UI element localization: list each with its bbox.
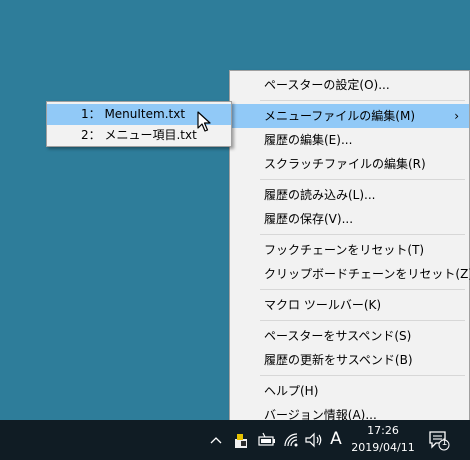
mouse-cursor-icon [197,111,211,132]
menu-item[interactable]: ペースターをサスペンド(S) [230,324,469,348]
taskbar: A 17:26 2019/04/11 1 [0,420,470,460]
menu-item[interactable]: 履歴の読み込み(L)... [230,183,469,207]
menu-item[interactable]: 履歴の更新をサスペンド(B) [230,348,469,372]
menu-item-label: クリップボードチェーンをリセット(Z) [264,267,470,281]
menu-item-label: ペースターの設定(O)... [264,78,390,92]
menu-separator [260,320,465,321]
menu-separator [260,100,465,101]
clock-date: 2019/04/11 [351,441,415,454]
submenu-item-label: 2： メニュー項目.txt [81,128,197,142]
taskbar-clock[interactable]: 17:26 2019/04/11 [351,422,415,456]
menu-item-label: 履歴の読み込み(L)... [264,188,376,202]
submenu-item-label: 1： MenuItem.txt [81,107,186,121]
menu-item[interactable]: マクロ ツールバー(K) [230,293,469,317]
app-tray-icon[interactable] [232,430,250,450]
menu-separator [260,289,465,290]
chevron-up-icon[interactable] [208,430,224,450]
menu-item[interactable]: 履歴の保存(V)... [230,207,469,231]
menu-item-label: メニューファイルの編集(M) [264,109,415,123]
menu-item-label: スクラッチファイルの編集(R) [264,157,426,171]
menu-item[interactable]: 履歴の編集(E)... [230,128,469,152]
clock-time: 17:26 [367,424,399,437]
menu-separator [260,234,465,235]
volume-icon[interactable] [304,430,324,450]
menu-separator [260,179,465,180]
ime-indicator[interactable]: A [328,428,344,449]
menu-item[interactable]: ペースターの設定(O)... [230,73,469,97]
battery-icon[interactable] [257,430,277,450]
chevron-right-icon: › [454,109,459,123]
menu-item[interactable]: クリップボードチェーンをリセット(Z) [230,262,470,286]
menu-item[interactable]: ヘルプ(H) [230,379,469,403]
menu-item[interactable]: フックチェーンをリセット(T) [230,238,469,262]
context-menu: ペースターの設定(O)... メニューファイルの編集(M) › 履歴の編集(E)...… [229,70,470,453]
menu-item-label: 履歴の保存(V)... [264,212,354,226]
wifi-icon[interactable] [282,430,300,450]
menu-item[interactable]: スクラッチファイルの編集(R) [230,152,469,176]
menu-item[interactable]: メニューファイルの編集(M) › [230,104,469,128]
menu-item-label: 履歴の編集(E)... [264,133,353,147]
menu-separator [260,375,465,376]
notification-center-icon[interactable]: 1 [428,429,450,451]
menu-item-label: フックチェーンをリセット(T) [264,243,425,257]
menu-item-label: マクロ ツールバー(K) [264,298,382,312]
menu-item-label: ペースターをサスペンド(S) [264,329,412,343]
notification-count-badge: 1 [441,438,448,448]
menu-item-label: ヘルプ(H) [264,384,319,398]
menu-item-label: 履歴の更新をサスペンド(B) [264,353,413,367]
